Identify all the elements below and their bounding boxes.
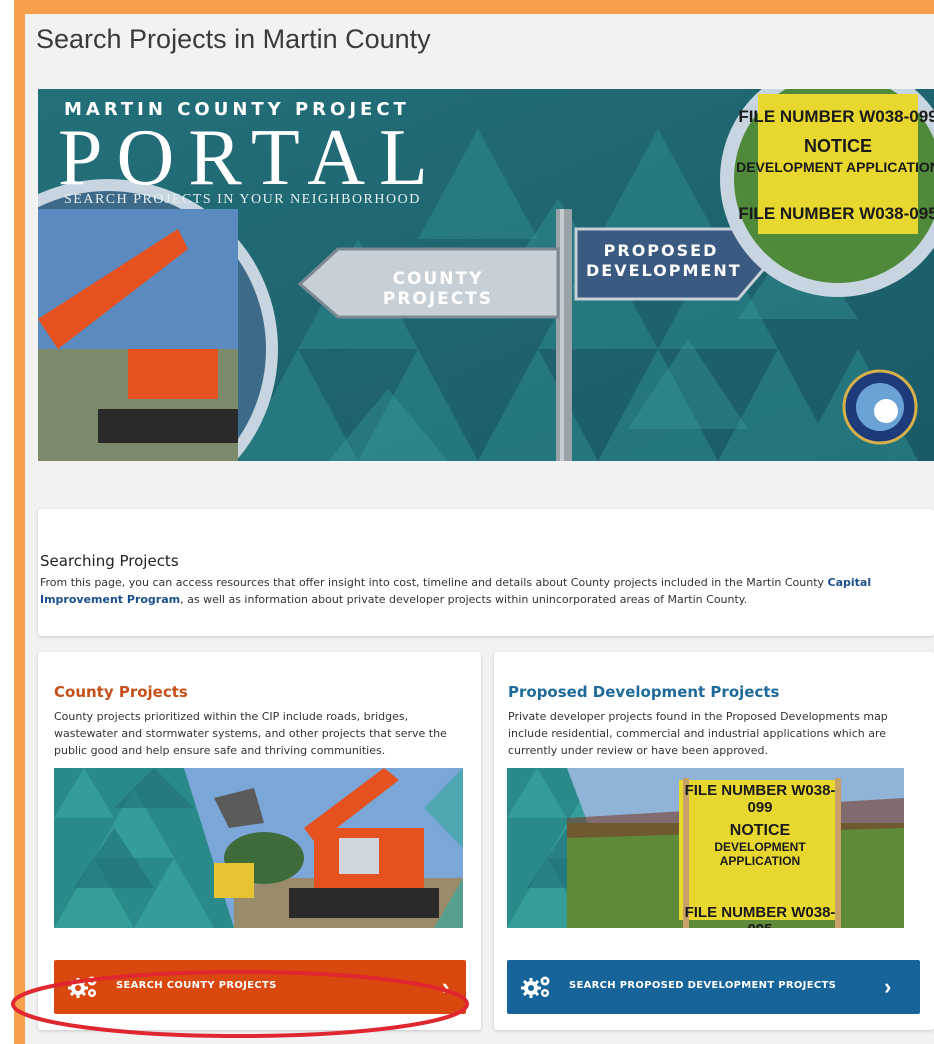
notice-line-2: NOTICE [804, 136, 872, 156]
excavator-image [54, 768, 463, 928]
search-county-projects-button[interactable]: SEARCH COUNTY PROJECTS › [54, 960, 466, 1014]
county-projects-card: County Projects County projects prioriti… [38, 652, 481, 1030]
county-projects-text: County projects prioritized within the C… [54, 710, 447, 757]
county-projects-title: County Projects [54, 683, 188, 701]
notice-sign-image: FILE NUMBER W038-099 NOTICE DEVELOPMENT … [507, 768, 904, 928]
proposed-development-card: Proposed Development Projects Private de… [494, 652, 934, 1030]
searching-projects-card [38, 509, 934, 636]
sign-county-projects: COUNTY PROJECTS [382, 269, 494, 309]
banner-portal-word: PORTAL [58, 114, 442, 202]
search-county-projects-label: SEARCH COUNTY PROJECTS [116, 980, 277, 991]
search-proposed-development-label: SEARCH PROPOSED DEVELOPMENT PROJECTS [569, 980, 837, 991]
search-proposed-development-button[interactable]: SEARCH PROPOSED DEVELOPMENT PROJECTS › [507, 960, 920, 1014]
proposed-development-text: Private developer projects found in the … [508, 710, 888, 757]
dev-sign-line-2: NOTICE [729, 822, 791, 839]
gears-icon [68, 974, 100, 1005]
info-text-before: From this page, you can access resources… [40, 576, 828, 589]
info-text-after: , as well as information about private d… [180, 593, 748, 606]
notice-line-4: FILE NUMBER W038-095 [738, 204, 934, 223]
dev-sign-line-1: FILE NUMBER W038-099 [684, 782, 836, 816]
frame-top-border [14, 0, 934, 14]
sign-proposed-development: PROPOSED DEVELOPMENT [586, 241, 742, 280]
banner-subtitle: SEARCH PROJECTS IN YOUR NEIGHBORHOOD [64, 192, 421, 207]
searching-projects-title: Searching Projects [40, 552, 179, 570]
chevron-right-icon: › [442, 974, 450, 999]
gears-icon [521, 974, 553, 1005]
page-title: Search Projects in Martin County [36, 24, 431, 54]
frame-left-border [14, 0, 25, 1044]
notice-line-3: DEVELOPMENT APPLICATION [736, 159, 934, 175]
searching-projects-text: From this page, you can access resources… [40, 574, 920, 608]
proposed-development-title: Proposed Development Projects [508, 683, 780, 701]
chevron-right-icon: › [884, 974, 892, 999]
dev-sign-line-4: FILE NUMBER W038-095 [684, 904, 836, 928]
portal-banner: FILE NUMBER W038-099 NOTICE DEVELOPMENT … [38, 89, 934, 461]
page-content: Search Projects in Martin County FILE NU… [25, 14, 934, 1044]
dev-sign-line-3: DEVELOPMENT APPLICATION [714, 840, 806, 868]
notice-line-1: FILE NUMBER W038-099 [738, 107, 934, 126]
